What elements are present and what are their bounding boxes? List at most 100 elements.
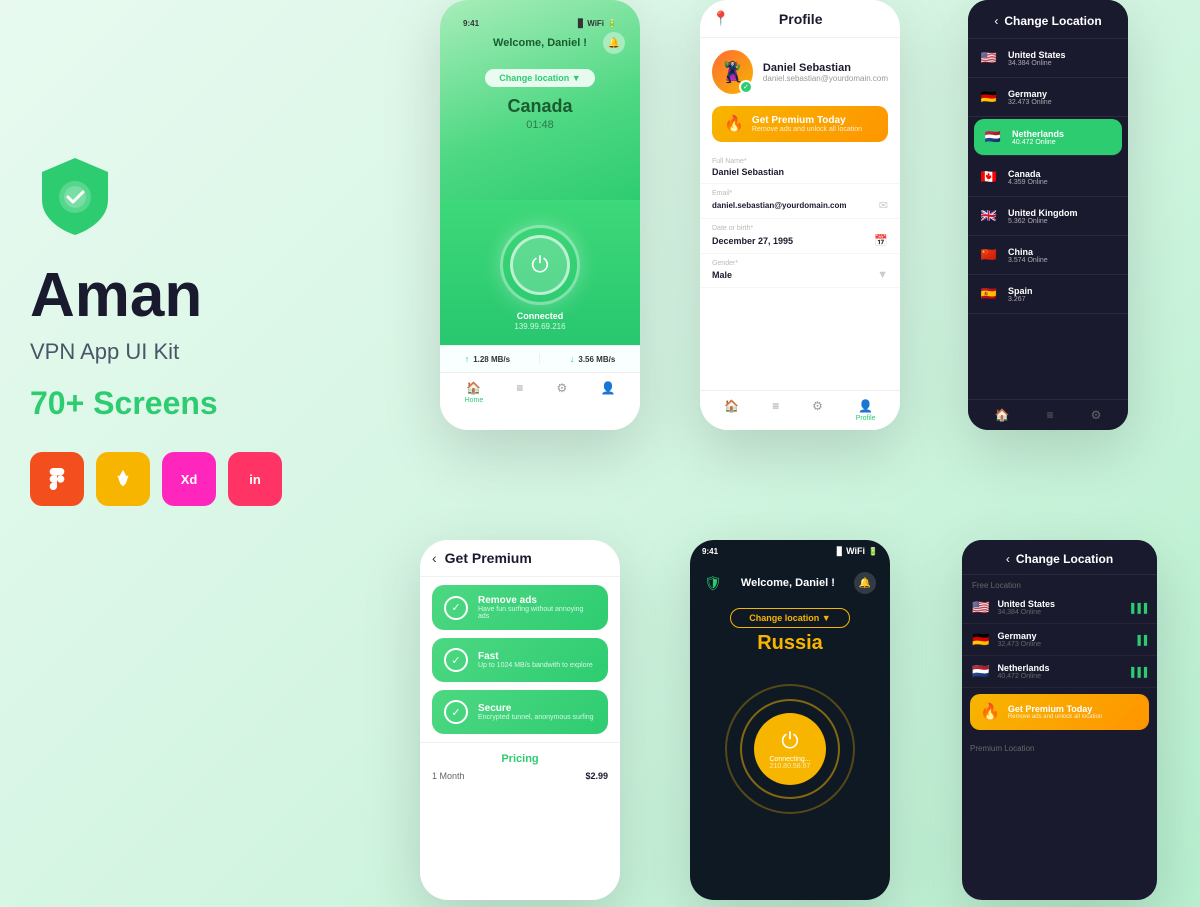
ph3-back-icon[interactable]: ‹ [994,14,998,28]
ph2-location-icon: 📍 [712,10,729,27]
ph5-location-btn[interactable]: Change location ▼ [730,608,850,628]
ph5-outer-ring: ⏻ Connecting... 210.80.58.67 [725,684,855,814]
ph2-title: Profile [779,11,823,27]
ph6-signal-nl: ▐▐▐ [1128,667,1147,677]
ph5-header: 🛡 Welcome, Daniel ! 🔔 [690,562,890,604]
ph3-location-list: 🇺🇸 United States 34.384 Online 🇩🇪 German… [968,39,1128,314]
ph5-time-status: 9:41 [702,547,718,556]
ph1-nav-filter[interactable]: ≡ [516,381,523,404]
ph2-user-name: Daniel Sebastian [763,62,888,74]
ph2-premium-btn[interactable]: 🔥 Get Premium Today Remove ads and unloc… [712,106,888,142]
ph1-ip: 139.99.69.216 [514,322,565,331]
ph6-signal-de: ▐▐ [1134,635,1147,645]
ph2-nav-profile[interactable]: 👤 Profile [856,399,876,422]
ph2-avatar: 🦹 ✓ [712,50,753,94]
ph3-navbar: 🏠 ≡ ⚙ [968,399,1128,430]
location-item-cn[interactable]: 🇨🇳 China 3.574 Online [968,236,1128,275]
ph4-title: Get Premium [445,550,532,566]
ph6-loc-de[interactable]: 🇩🇪 Germany 32,473 Online ▐▐ [962,624,1157,656]
location-item-es[interactable]: 🇪🇸 Spain 3.267 [968,275,1128,314]
ph4-feature-secure: ✓ Secure Encrypted tunnel, anonymous sur… [432,690,608,734]
ph4-pricing-section: Pricing 1 Month $2.99 [420,742,620,791]
location-item-nl[interactable]: 🇳🇱 Netherlands 40.472 Online [974,119,1122,156]
phone-dark-change-location: ‹ Change Location Free Location 🇺🇸 Unite… [962,540,1157,900]
ph1-download-speed: ↓ 3.56 MB/s [570,354,615,364]
ph2-navbar: 🏠 ≡ ⚙ 👤 Profile [700,390,900,430]
ph1-connected-text: Connected [517,311,564,321]
ph1-welcome-text: Welcome, Daniel ! [477,37,603,49]
ph4-check-fast: ✓ [444,648,468,672]
ph1-location-btn[interactable]: Change location ▼ [485,69,595,87]
ph5-shield-icon: 🛡 [704,575,722,592]
app-subtitle: VPN App UI Kit [30,339,350,365]
ph2-field-email: Email* daniel.sebastian@yourdomain.com ✉ [700,184,900,219]
ph1-nav-profile[interactable]: 👤 [600,381,615,404]
ph2-fire-icon: 🔥 [724,114,744,134]
location-item-de[interactable]: 🇩🇪 Germany 32.473 Online [968,78,1128,117]
ph6-premium-sub: Remove ads and unlock all location [1008,714,1102,720]
ph2-nav-filter[interactable]: ≡ [772,399,779,422]
phone-dark-home: 9:41 ▊WiFi🔋 🛡 Welcome, Daniel ! 🔔 Change… [690,540,890,900]
tools-row: Xd in [30,452,350,506]
location-item-gb[interactable]: 🇬🇧 United Kingdom 5.362 Online [968,197,1128,236]
ph6-premium-label: Premium Location [970,740,1149,757]
ph1-power-icon[interactable]: ⏻ [531,252,548,278]
ph5-welcome: Welcome, Daniel ! [722,577,854,589]
ph1-country: Canada [455,96,625,117]
ph2-nav-settings[interactable]: ⚙ [812,399,823,422]
ph1-power-ring: ⏻ [500,225,580,305]
tool-invision: in [228,452,282,506]
ph2-calendar-icon: 📅 [874,234,888,247]
ph6-title: Change Location [1016,552,1113,566]
phone-profile-screen: 📍 Profile 🦹 ✓ Daniel Sebastian daniel.se… [700,0,900,430]
phone-change-location-light: ‹ Change Location 🇺🇸 United States 34.38… [968,0,1128,430]
ph2-user-email: daniel.sebastian@yourdomain.com [763,74,888,83]
phone-connected-screen: 9:41 ▊WiFi🔋 Welcome, Daniel ! 🔔 Change l… [440,0,640,430]
ph1-time-status: 9:41 [463,19,479,28]
ph6-loc-us[interactable]: 🇺🇸 United States 34,384 Online ▐▐▐ [962,592,1157,624]
ph6-premium-title: Get Premium Today [1008,704,1102,714]
tool-xd: Xd [162,452,216,506]
ph4-plan-row: 1 Month $2.99 [432,771,608,781]
phone-get-premium: ‹ Get Premium ✓ Remove ads Have fun surf… [420,540,620,900]
ph1-time: 01:48 [455,119,625,131]
ph4-back-icon[interactable]: ‹ [432,550,437,566]
ph5-power-btn[interactable]: ⏻ Connecting... 210.80.58.67 [754,713,826,785]
ph2-chevron-down-icon[interactable]: ▼ [877,269,888,281]
app-title: Aman [30,265,350,327]
ph2-nav-home[interactable]: 🏠 [724,399,739,422]
screens-count: 70+ Screens [30,385,350,422]
ph6-free-label: Free Location [962,575,1157,592]
ph1-bell-icon[interactable]: 🔔 [603,32,625,54]
ph2-field-dob: Date or birth* December 27, 1995 📅 [700,219,900,254]
ph1-nav-settings[interactable]: ⚙ [557,381,568,404]
ph2-user-row: 🦹 ✓ Daniel Sebastian daniel.sebastian@yo… [700,38,900,106]
ph2-field-gender: Gender* Male ▼ [700,254,900,288]
ph6-loc-nl[interactable]: 🇳🇱 Netherlands 40,472 Online ▐▐▐ [962,656,1157,688]
ph3-nav-filter[interactable]: ≡ [1047,408,1054,422]
ph5-power-icon: ⏻ [781,728,798,754]
ph5-mid-ring: ⏻ Connecting... 210.80.58.67 [740,699,840,799]
ph5-ip: 210.80.58.67 [770,763,811,770]
ph4-check-secure: ✓ [444,700,468,724]
ph6-back-icon[interactable]: ‹ [1006,552,1010,566]
ph2-premium-text: Get Premium Today [752,115,862,126]
ph6-fire-icon: 🔥 [980,702,1000,722]
location-item-ca[interactable]: 🇨🇦 Canada 4.359 Online [968,158,1128,197]
ph3-nav-home[interactable]: 🏠 [995,408,1010,422]
ph2-avatar-badge: ✓ [739,80,753,94]
ph1-upload-speed: ↑ 1.28 MB/s [465,354,510,364]
branding-panel: Aman VPN App UI Kit 70+ Screens Xd in [30,150,350,506]
ph4-check-ads: ✓ [444,596,468,620]
ph4-feature-ads: ✓ Remove ads Have fun surfing without an… [432,585,608,630]
ph2-premium-sub: Remove ads and unlock all location [752,126,862,133]
ph3-title: Change Location [1004,14,1101,28]
ph6-premium-btn[interactable]: 🔥 Get Premium Today Remove ads and unloc… [970,694,1149,730]
ph5-connecting-text: Connecting... [769,756,810,763]
tool-sketch [96,452,150,506]
ph2-email-icon: ✉ [879,199,888,212]
location-item-us[interactable]: 🇺🇸 United States 34.384 Online [968,39,1128,78]
ph3-nav-settings[interactable]: ⚙ [1091,408,1102,422]
ph1-nav-home[interactable]: 🏠 Home [465,381,484,404]
ph5-bell-icon[interactable]: 🔔 [854,572,876,594]
